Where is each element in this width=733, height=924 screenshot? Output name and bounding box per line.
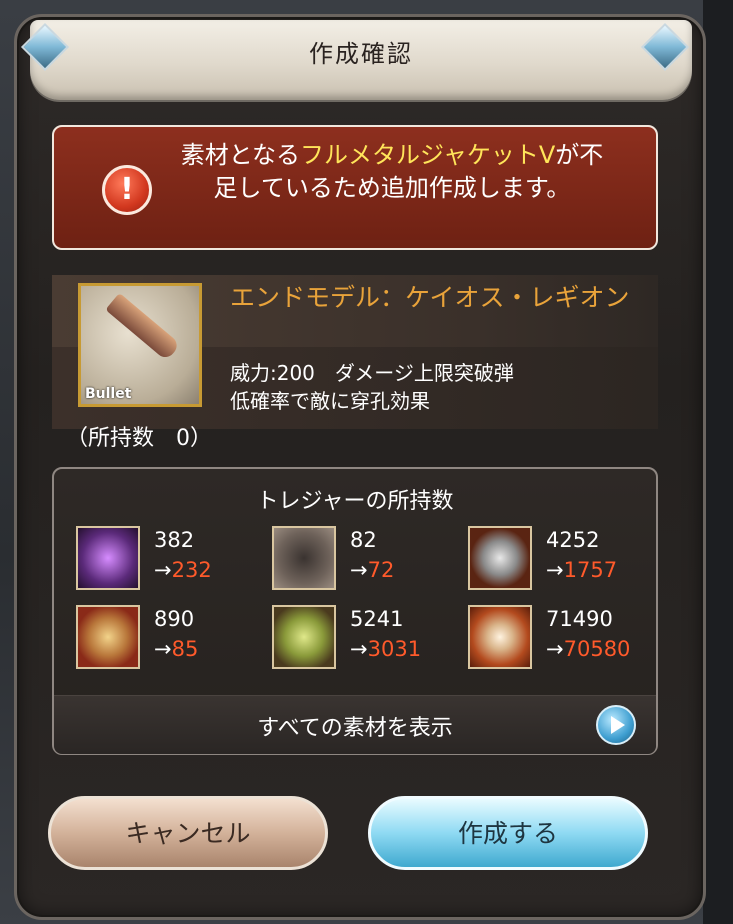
exclamation-icon: ! [102,165,152,215]
item-desc-line2: 低確率で敵に穿孔効果 [230,389,430,413]
treasure-after: →1757 [546,558,618,582]
play-arrow-icon[interactable] [596,705,636,745]
treasure-count: 890 [154,607,195,631]
treasure-item: 82 →72 [272,526,472,596]
treasure-item: 5241 →3031 [272,605,472,675]
silver-nugget-icon [468,526,532,590]
treasure-after: →3031 [350,637,422,661]
gold-bar-icon [76,605,140,669]
item-name: エンドモデル：ケイオス・レギオン [230,283,630,312]
treasure-item: 382 →232 [76,526,276,596]
dialog-header: 作成確認 [30,20,692,100]
dark-sword-crystal-icon [76,526,140,590]
treasure-item: 890 →85 [76,605,276,675]
treasure-count: 71490 [546,607,613,631]
bullet-item-icon: Bullet [78,283,202,407]
treasure-box: トレジャーの所持数 382 →232 82 →72 4252 →1757 890… [52,467,658,755]
owned-count: （所持数 0） [66,426,212,451]
warning-text-before: 素材となる [180,141,301,169]
dark-ore-icon [272,526,336,590]
treasure-after: →72 [350,558,395,582]
treasure-after: →232 [154,558,212,582]
treasure-item: 71490 →70580 [468,605,668,675]
treasure-item: 4252 →1757 [468,526,668,596]
treasure-count: 5241 [350,607,404,631]
background-edge [703,0,733,924]
item-desc-line1: 威力:200 ダメージ上限突破弾 [230,361,514,385]
create-button[interactable]: 作成する [368,796,648,870]
treasure-count: 82 [350,528,377,552]
pearl-orb-icon [468,605,532,669]
treasure-count: 4252 [546,528,600,552]
warning-text: 素材となるフルメタルジャケットVが不足しているため追加作成します。 [172,139,612,205]
cancel-button[interactable]: キャンセル [48,796,328,870]
green-box-icon [272,605,336,669]
bullet-icon [105,292,181,362]
treasure-title: トレジャーの所持数 [256,489,454,514]
treasure-after: →85 [154,637,199,661]
item-description: 威力:200 ダメージ上限突破弾 低確率で敵に穿孔効果 [230,359,514,415]
item-icon-tag: Bullet [85,386,132,402]
item-panel: Bullet エンドモデル：ケイオス・レギオン 威力:200 ダメージ上限突破弾… [52,275,658,435]
treasure-count: 382 [154,528,195,552]
show-all-materials-label: すべての素材を表示 [257,716,453,741]
dialog-title: 作成確認 [309,40,413,68]
show-all-materials-bar[interactable]: すべての素材を表示 [54,695,656,754]
treasure-after: →70580 [546,637,631,661]
warning-highlight: フルメタルジャケットV [300,141,556,169]
warning-banner: ! 素材となるフルメタルジャケットVが不足しているため追加作成します。 [52,125,658,250]
